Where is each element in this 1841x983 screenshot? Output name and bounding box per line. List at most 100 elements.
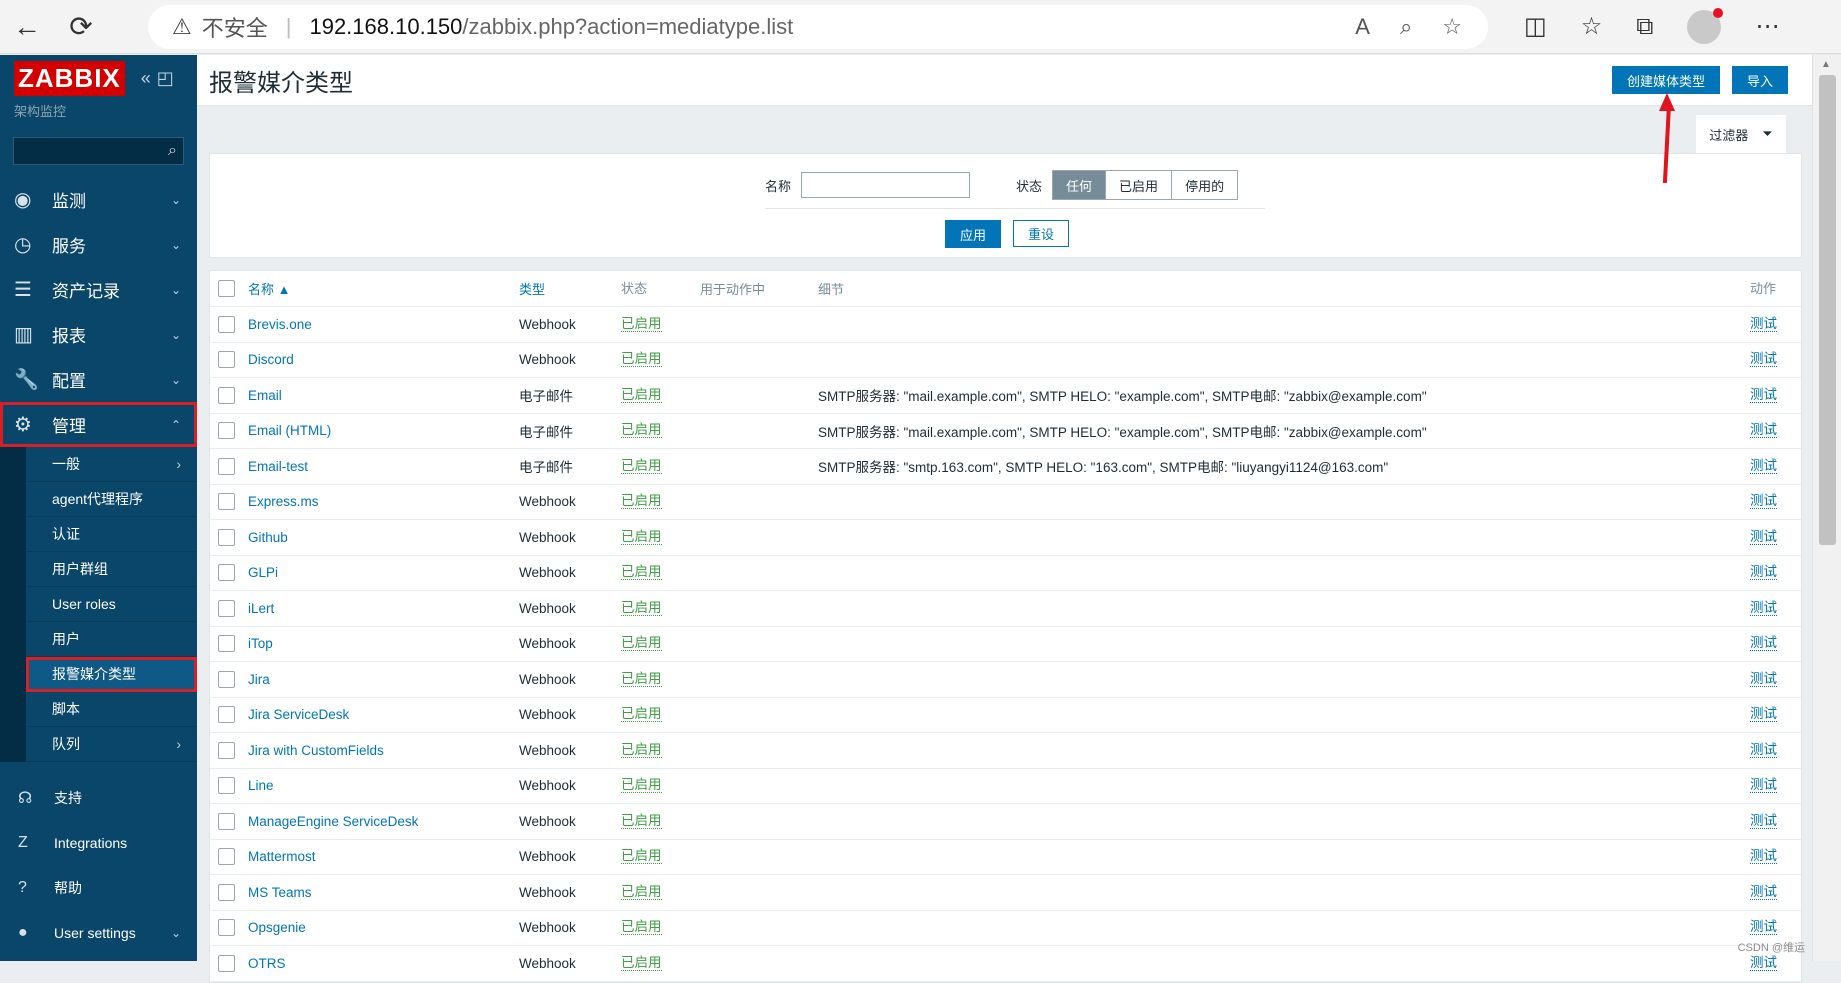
status-toggle[interactable]: 已启用 [621,388,662,403]
test-link[interactable]: 测试 [1750,601,1777,616]
state-option-any[interactable]: 任何 [1053,171,1105,199]
row-checkbox[interactable] [218,529,235,546]
submenu-proxies[interactable]: agent代理程序 [26,482,197,517]
zabbix-logo[interactable]: ZABBIX [14,61,125,96]
row-checkbox[interactable] [218,493,235,510]
test-link[interactable]: 测试 [1750,636,1777,651]
menu-integrations[interactable]: Z Integrations [0,820,197,865]
filter-tab[interactable]: 过滤器 ⏷ [1696,115,1786,153]
status-toggle[interactable]: 已启用 [621,672,662,687]
create-media-type-button[interactable]: 创建媒体类型 [1612,66,1720,94]
submenu-queue[interactable]: 队列› [26,727,197,762]
menu-reports[interactable]: ▥ 报表 ⌄ [0,312,197,357]
status-toggle[interactable]: 已启用 [621,601,662,616]
test-link[interactable]: 测试 [1750,849,1777,864]
row-checkbox[interactable] [218,351,235,368]
row-checkbox[interactable] [218,316,235,333]
test-link[interactable]: 测试 [1750,352,1777,367]
submenu-general[interactable]: 一般› [26,447,197,482]
import-button[interactable]: 导入 [1732,66,1788,94]
filter-name-input[interactable] [801,172,970,198]
media-type-name-link[interactable]: Discord [248,352,294,367]
submenu-authentication[interactable]: 认证 [26,517,197,552]
status-toggle[interactable]: 已启用 [621,352,662,367]
media-type-name-link[interactable]: Jira [248,672,270,687]
menu-monitoring[interactable]: ◉ 监测 ⌄ [0,177,197,222]
status-toggle[interactable]: 已启用 [621,956,662,971]
row-checkbox[interactable] [218,777,235,794]
media-type-name-link[interactable]: Mattermost [248,849,316,864]
row-checkbox[interactable] [218,635,235,652]
add-favorite-icon[interactable]: ☆ [1442,14,1462,40]
test-link[interactable]: 测试 [1750,494,1777,509]
select-all-checkbox[interactable] [218,280,235,297]
row-checkbox[interactable] [218,671,235,688]
test-link[interactable]: 测试 [1750,743,1777,758]
collections-icon[interactable]: ⧉ [1636,13,1653,41]
test-link[interactable]: 测试 [1750,565,1777,580]
state-option-disabled[interactable]: 停用的 [1171,171,1237,199]
scroll-up-icon[interactable]: ▲ [1821,59,1831,70]
test-link[interactable]: 测试 [1750,885,1777,900]
status-toggle[interactable]: 已启用 [621,814,662,829]
media-type-name-link[interactable]: MS Teams [248,885,312,900]
status-toggle[interactable]: 已启用 [621,849,662,864]
test-link[interactable]: 测试 [1750,778,1777,793]
state-option-enabled[interactable]: 已启用 [1105,171,1171,199]
media-type-name-link[interactable]: Line [248,778,274,793]
media-type-name-link[interactable]: Jira ServiceDesk [248,707,349,722]
apply-button[interactable]: 应用 [945,220,1001,248]
row-checkbox[interactable] [218,955,235,972]
media-type-name-link[interactable]: Brevis.one [248,317,312,332]
split-screen-icon[interactable]: ◫ [1524,12,1547,41]
test-link[interactable]: 测试 [1750,423,1777,438]
media-type-name-link[interactable]: Express.ms [248,494,319,509]
more-menu-icon[interactable]: ⋯ [1755,12,1779,41]
menu-inventory[interactable]: ☰ 资产记录 ⌄ [0,267,197,312]
test-link[interactable]: 测试 [1750,920,1777,935]
collapse-sidebar-icon[interactable]: «◰ [141,68,180,89]
profile-avatar[interactable] [1687,10,1721,44]
submenu-scripts[interactable]: 脚本 [26,692,197,727]
test-link[interactable]: 测试 [1750,672,1777,687]
test-link[interactable]: 测试 [1750,707,1777,722]
status-toggle[interactable]: 已启用 [621,743,662,758]
status-toggle[interactable]: 已启用 [621,530,662,545]
test-link[interactable]: 测试 [1750,814,1777,829]
page-scrollbar[interactable]: ▲ [1812,55,1841,961]
submenu-user-groups[interactable]: 用户群组 [26,552,197,587]
row-checkbox[interactable] [218,919,235,936]
media-type-name-link[interactable]: GLPi [248,565,278,580]
menu-administration[interactable]: ⚙ 管理 ⌃ [0,402,197,447]
scroll-thumb[interactable] [1819,75,1836,545]
media-type-name-link[interactable]: iLert [248,601,274,616]
row-checkbox[interactable] [218,564,235,581]
test-link[interactable]: 测试 [1750,459,1777,474]
read-aloud-icon[interactable]: A [1355,14,1370,40]
address-bar[interactable]: ⚠ 不安全 | 192.168.10.150 /zabbix.php?actio… [148,5,1488,49]
test-link[interactable]: 测试 [1750,388,1777,403]
row-checkbox[interactable] [218,884,235,901]
submenu-user-roles[interactable]: User roles [26,587,197,622]
favorites-icon[interactable]: ☆ [1581,12,1603,41]
submenu-users[interactable]: 用户 [26,622,197,657]
column-type-sort[interactable]: 类型 [519,279,545,298]
status-toggle[interactable]: 已启用 [621,920,662,935]
media-type-name-link[interactable]: iTop [248,636,273,651]
submenu-media-types[interactable]: 报警媒介类型 [26,657,197,692]
reload-icon[interactable]: ⟳ [54,0,108,54]
reset-button[interactable]: 重设 [1013,220,1069,247]
status-toggle[interactable]: 已启用 [621,494,662,509]
status-toggle[interactable]: 已启用 [621,459,662,474]
media-type-name-link[interactable]: Email-test [248,459,308,474]
row-checkbox[interactable] [218,848,235,865]
zoom-icon[interactable]: ⌕ [1400,14,1412,40]
status-toggle[interactable]: 已启用 [621,636,662,651]
row-checkbox[interactable] [218,422,235,439]
row-checkbox[interactable] [218,813,235,830]
test-link[interactable]: 测试 [1750,317,1777,332]
sidebar-search-input[interactable]: ⌕ [13,137,184,165]
menu-configuration[interactable]: 🔧 配置 ⌄ [0,357,197,402]
media-type-name-link[interactable]: Email (HTML) [248,423,331,438]
menu-services[interactable]: ◷ 服务 ⌄ [0,222,197,267]
